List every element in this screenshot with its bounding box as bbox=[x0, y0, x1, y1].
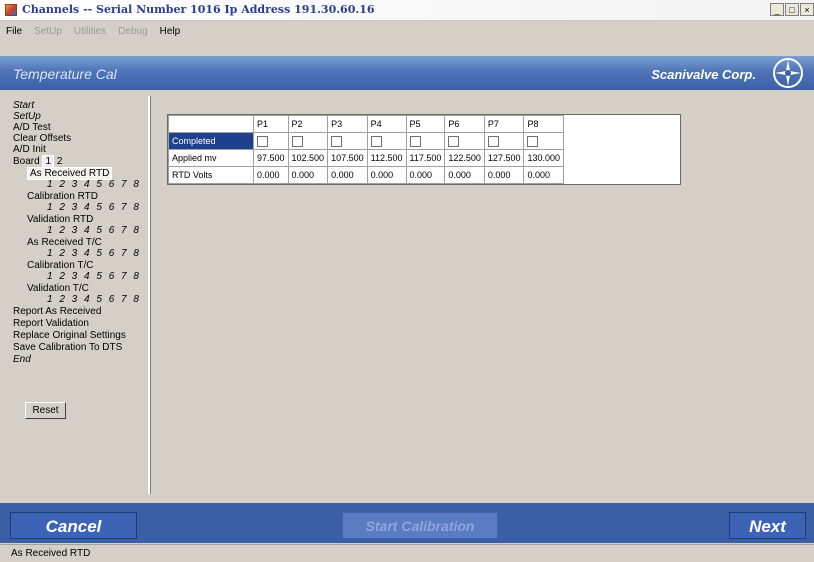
channel-numbers[interactable]: 1 2 3 4 5 6 7 8 bbox=[47, 202, 141, 213]
nav-end[interactable]: End bbox=[13, 354, 31, 365]
nav-report-validation[interactable]: Report Validation bbox=[13, 318, 89, 329]
applied-mv-cell[interactable]: 102.500 bbox=[287, 149, 329, 167]
column-header: P8 bbox=[523, 115, 565, 133]
title-bar: Channels -- Serial Number 1016 Ip Addres… bbox=[0, 0, 814, 21]
rtd-volts-cell[interactable]: 0.000 bbox=[366, 166, 407, 184]
table-row: RTD Volts 0.000 0.000 0.000 0.000 0.000 … bbox=[168, 166, 565, 184]
calibration-grid: P1 P2 P3 P4 P5 P6 P7 P8 Completed Applie… bbox=[167, 114, 681, 185]
completed-checkbox[interactable] bbox=[291, 135, 303, 147]
cancel-button[interactable]: Cancel bbox=[10, 512, 137, 539]
nav-clear-offsets[interactable]: Clear Offsets bbox=[13, 133, 71, 144]
applied-mv-cell[interactable]: 127.500 bbox=[483, 149, 525, 167]
table-row: Completed bbox=[168, 132, 565, 150]
nav-calibration-rtd[interactable]: Calibration RTD bbox=[27, 191, 98, 202]
rtd-volts-cell[interactable]: 0.000 bbox=[287, 166, 329, 184]
rtd-volts-cell[interactable]: 0.000 bbox=[405, 166, 446, 184]
channel-table: P1 P2 P3 P4 P5 P6 P7 P8 Completed Applie… bbox=[168, 115, 565, 184]
menu-file[interactable]: File bbox=[0, 26, 28, 37]
start-calibration-button: Start Calibration bbox=[342, 512, 498, 539]
column-header: P7 bbox=[483, 115, 525, 133]
nav-start[interactable]: Start bbox=[13, 100, 34, 111]
menu-utilities: Utilities bbox=[73, 25, 107, 37]
nav-replace-original[interactable]: Replace Original Settings bbox=[13, 330, 126, 341]
channel-numbers[interactable]: 1 2 3 4 5 6 7 8 bbox=[47, 225, 141, 236]
next-button[interactable]: Next bbox=[729, 512, 806, 539]
minimize-button[interactable]: _ bbox=[770, 3, 784, 16]
corner-header bbox=[168, 115, 254, 133]
brand-name: Scanivalve Corp. bbox=[651, 67, 756, 82]
board-2-tab[interactable]: 2 bbox=[57, 156, 63, 167]
reset-button[interactable]: Reset bbox=[25, 402, 66, 419]
column-header: P1 bbox=[253, 115, 289, 133]
board-label: Board bbox=[13, 156, 40, 167]
nav-validation-tc[interactable]: Validation T/C bbox=[27, 283, 89, 294]
completed-checkbox[interactable] bbox=[370, 135, 382, 147]
channel-numbers[interactable]: 1 2 3 4 5 6 7 8 bbox=[47, 271, 141, 282]
rtd-volts-cell[interactable]: 0.000 bbox=[523, 166, 565, 184]
window-controls: _ □ × bbox=[769, 3, 814, 17]
menu-help[interactable]: Help bbox=[154, 26, 187, 37]
column-header: P5 bbox=[405, 115, 446, 133]
applied-mv-cell[interactable]: 107.500 bbox=[327, 149, 368, 167]
nav-board-row: Board 1 2 bbox=[13, 155, 63, 168]
procedure-nav: Start SetUp A/D Test Clear Offsets A/D I… bbox=[10, 96, 150, 494]
page-title: Temperature Cal bbox=[13, 66, 117, 82]
nav-report-as-received[interactable]: Report As Received bbox=[13, 306, 101, 317]
completed-checkbox[interactable] bbox=[527, 135, 539, 147]
completed-checkbox[interactable] bbox=[257, 135, 268, 147]
menu-bar: File SetUp Utilities Debug Help bbox=[0, 22, 814, 40]
scanivalve-logo-icon bbox=[773, 58, 803, 88]
close-button[interactable]: × bbox=[800, 3, 814, 16]
nav-validation-rtd[interactable]: Validation RTD bbox=[27, 214, 93, 225]
applied-mv-cell[interactable]: 122.500 bbox=[444, 149, 485, 167]
app-icon bbox=[5, 4, 17, 16]
completed-checkbox[interactable] bbox=[448, 135, 460, 147]
maximize-button[interactable]: □ bbox=[785, 3, 799, 16]
column-header: P6 bbox=[444, 115, 485, 133]
nav-as-received-tc[interactable]: As Received T/C bbox=[27, 237, 102, 248]
nav-setup[interactable]: SetUp bbox=[13, 111, 41, 122]
nav-ad-test[interactable]: A/D Test bbox=[13, 122, 51, 133]
applied-mv-cell[interactable]: 117.500 bbox=[405, 149, 446, 167]
rtd-volts-cell[interactable]: 0.000 bbox=[253, 166, 289, 184]
applied-mv-cell[interactable]: 130.000 bbox=[523, 149, 565, 167]
rtd-volts-cell[interactable]: 0.000 bbox=[327, 166, 368, 184]
table-row: Applied mv 97.500 102.500 107.500 112.50… bbox=[168, 149, 565, 167]
column-header: P3 bbox=[327, 115, 368, 133]
completed-checkbox[interactable] bbox=[331, 135, 343, 147]
channel-numbers[interactable]: 1 2 3 4 5 6 7 8 bbox=[47, 294, 141, 305]
window-title: Channels -- Serial Number 1016 Ip Addres… bbox=[22, 3, 375, 16]
applied-mv-cell[interactable]: 97.500 bbox=[253, 149, 289, 167]
column-header: P4 bbox=[366, 115, 407, 133]
channel-numbers[interactable]: 1 2 3 4 5 6 7 8 bbox=[47, 179, 141, 190]
nav-save-calibration[interactable]: Save Calibration To DTS bbox=[13, 342, 122, 353]
status-bar: As Received RTD bbox=[0, 544, 814, 562]
nav-calibration-tc[interactable]: Calibration T/C bbox=[27, 260, 94, 271]
column-header: P2 bbox=[287, 115, 329, 133]
header-band: Temperature Cal Scanivalve Corp. bbox=[0, 56, 814, 90]
menu-setup: SetUp bbox=[34, 25, 62, 37]
rtd-volts-cell[interactable]: 0.000 bbox=[444, 166, 485, 184]
row-label-completed[interactable]: Completed bbox=[168, 132, 254, 150]
action-bar: Cancel Start Calibration Next bbox=[0, 503, 814, 543]
row-label-applied-mv: Applied mv bbox=[168, 149, 254, 167]
table-header-row: P1 P2 P3 P4 P5 P6 P7 P8 bbox=[168, 115, 565, 133]
channel-numbers[interactable]: 1 2 3 4 5 6 7 8 bbox=[47, 248, 141, 259]
nav-ad-init[interactable]: A/D Init bbox=[13, 144, 46, 155]
menu-debug: Debug bbox=[118, 25, 148, 37]
completed-checkbox[interactable] bbox=[487, 135, 499, 147]
status-text: As Received RTD bbox=[11, 548, 91, 559]
completed-checkbox[interactable] bbox=[409, 135, 421, 147]
applied-mv-cell[interactable]: 112.500 bbox=[366, 149, 407, 167]
row-label-rtd-volts: RTD Volts bbox=[168, 166, 254, 184]
rtd-volts-cell[interactable]: 0.000 bbox=[483, 166, 525, 184]
